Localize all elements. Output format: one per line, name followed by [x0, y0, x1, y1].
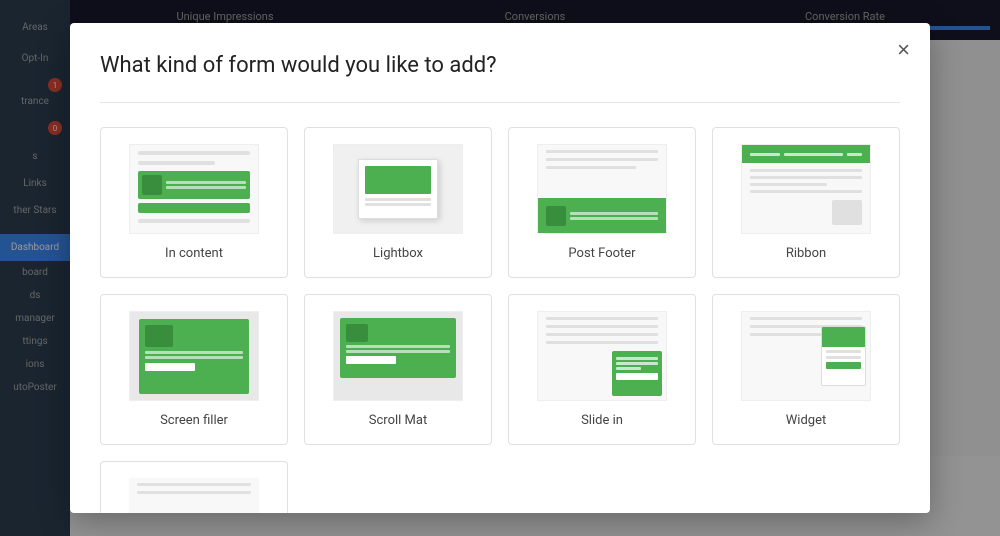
form-card-ribbon[interactable]: Ribbon [712, 127, 900, 278]
modal-title: What kind of form would you like to add? [100, 53, 900, 78]
screen-filler-preview [129, 311, 259, 401]
scroll-mat-preview [333, 311, 463, 401]
widget-preview [741, 311, 871, 401]
screen-filler-label: Screen filler [160, 413, 228, 428]
slide-in-preview [537, 311, 667, 401]
form-type-grid: In content Lightbox [100, 127, 900, 445]
modal-dialog: × What kind of form would you like to ad… [70, 23, 930, 513]
ribbon-preview [741, 144, 871, 234]
post-footer-preview [537, 144, 667, 234]
scroll-mat-label: Scroll Mat [369, 413, 427, 428]
form-type-grid-row2 [100, 461, 900, 513]
in-content-preview [129, 144, 259, 234]
slide-in-label: Slide in [581, 413, 623, 428]
close-button[interactable]: × [897, 39, 910, 61]
slide-in-btn [616, 373, 658, 380]
in-content-label: In content [165, 246, 223, 261]
form-card-partial[interactable] [100, 461, 288, 513]
modal-divider [100, 102, 900, 103]
partial-preview [129, 478, 259, 513]
ribbon-label: Ribbon [786, 246, 826, 261]
form-card-post-footer[interactable]: Post Footer [508, 127, 696, 278]
form-card-widget[interactable]: Widget [712, 294, 900, 445]
form-card-in-content[interactable]: In content [100, 127, 288, 278]
lightbox-preview [333, 144, 463, 234]
modal-overlay: × What kind of form would you like to ad… [0, 0, 1000, 536]
widget-label: Widget [786, 413, 826, 428]
lightbox-label: Lightbox [373, 246, 423, 261]
form-card-scroll-mat[interactable]: Scroll Mat [304, 294, 492, 445]
form-card-slide-in[interactable]: Slide in [508, 294, 696, 445]
form-card-lightbox[interactable]: Lightbox [304, 127, 492, 278]
form-card-screen-filler[interactable]: Screen filler [100, 294, 288, 445]
post-footer-label: Post Footer [568, 246, 635, 261]
